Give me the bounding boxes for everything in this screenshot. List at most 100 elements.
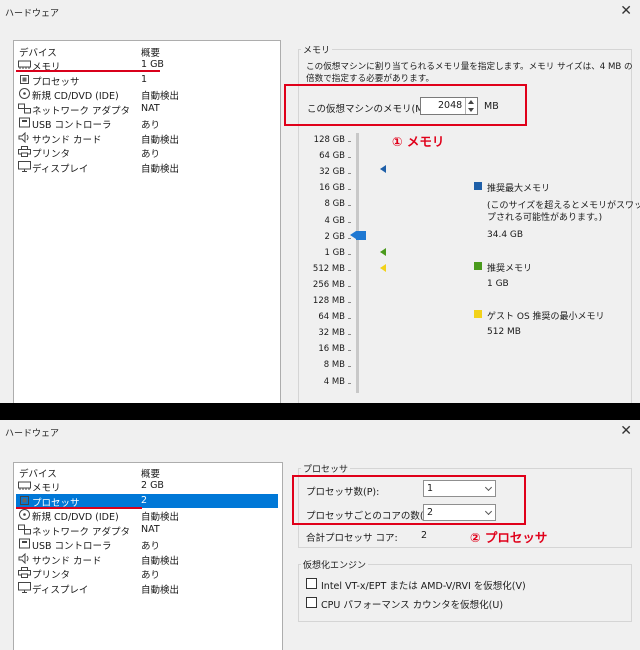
memory-scale-label: 4 GB [324, 215, 345, 226]
device-row[interactable]: USB コントローラ あり [16, 537, 278, 552]
memory-icon [18, 59, 31, 70]
memory-scale-tick [348, 269, 351, 271]
memory-scale-label: 8 GB [324, 199, 345, 210]
memory-scale-tick [348, 366, 351, 368]
memory-scale-label: 64 MB [318, 312, 345, 323]
chevron-down-icon [484, 483, 493, 492]
printer-icon [18, 567, 31, 578]
window-title: ハードウェア [5, 429, 60, 439]
device-column-header[interactable]: デバイス [19, 45, 57, 59]
close-icon[interactable]: ✕ [620, 3, 632, 19]
device-row[interactable]: ネットワーク アダプタ NAT [16, 523, 278, 538]
device-name: USB コントローラ [32, 541, 112, 552]
memory-slider-thumb[interactable] [350, 231, 366, 240]
recommended-memory-legend-swatch [474, 262, 482, 270]
device-column-header[interactable]: デバイス [19, 466, 57, 480]
virtualization-group [298, 564, 632, 622]
spinner-buttons[interactable] [465, 98, 477, 114]
memory-scale-tick [348, 318, 351, 320]
device-row[interactable]: ディスプレイ 自動検出 [16, 581, 278, 596]
device-row[interactable]: 新規 CD/DVD (IDE) 自動検出 [16, 87, 278, 102]
device-name: 新規 CD/DVD (IDE) [32, 512, 119, 523]
memory-description-line2: 倍数で指定する必要があります。 [306, 74, 435, 84]
close-icon[interactable]: ✕ [620, 423, 632, 439]
memory-description-line1: この仮想マシンに割り当てられるメモリ量を指定します。メモリ サイズは、4 MB … [306, 62, 633, 72]
min-memory-legend-title: ゲスト OS 推奨の最小メモリ [487, 312, 605, 322]
virtualize-vtx-checkbox[interactable] [306, 578, 317, 589]
window-title: ハードウェア [5, 9, 60, 19]
memory-scale-tick [348, 157, 351, 159]
device-row[interactable]: プロセッサ 1 [16, 73, 278, 88]
device-summary: あり [141, 149, 161, 160]
device-row[interactable]: 新規 CD/DVD (IDE) 自動検出 [16, 508, 278, 523]
memory-scale-tick [348, 253, 351, 255]
summary-column-header[interactable]: 概要 [141, 466, 160, 480]
memory-underline [16, 70, 160, 72]
virtualize-perf-counter-label[interactable]: CPU パフォーマンス カウンタを仮想化(U) [321, 597, 503, 611]
device-summary: 2 [141, 494, 148, 506]
cores-per-processor-select[interactable]: 2 [423, 504, 496, 521]
memory-scale-label: 128 GB [313, 135, 345, 145]
processor-count-select[interactable]: 1 [423, 480, 496, 497]
display-icon [18, 160, 31, 172]
memory-size-spinner[interactable]: 2048 [420, 97, 478, 115]
memory-scale-tick [348, 285, 351, 287]
memory-scale-label: 32 MB [318, 328, 345, 339]
memory-scale-label: 16 GB [319, 183, 345, 194]
device-list-header: デバイス 概要 [16, 465, 278, 480]
min-memory-value: 512 MB [487, 327, 521, 337]
total-cores-label: 合計プロセッサ コア: [306, 533, 398, 544]
memory-scale-tick [348, 141, 351, 142]
device-row[interactable]: USB コントローラ あり [16, 116, 278, 131]
device-name: プロセッサ [32, 76, 80, 88]
device-row[interactable]: サウンド カード 自動検出 [16, 131, 278, 146]
memory-slider-track[interactable] [356, 133, 359, 393]
max-memory-note-line2: プされる可能性があります。) [487, 213, 603, 223]
spin-up-icon[interactable] [468, 100, 474, 104]
device-list-header: デバイス 概要 [16, 44, 278, 59]
device-row[interactable]: プリンタ あり [16, 145, 278, 160]
memory-group-label: メモリ [301, 43, 333, 56]
recommended-memory-legend-title: 推奨メモリ [487, 264, 533, 274]
device-summary: 自動検出 [141, 134, 180, 146]
max-memory-legend-swatch [474, 182, 482, 190]
memory-icon [18, 480, 31, 491]
device-row[interactable]: メモリ 2 GB [16, 479, 278, 494]
device-summary: 自動検出 [141, 163, 180, 175]
recommended-memory-value: 1 GB [487, 279, 509, 289]
device-row[interactable]: プリンタ あり [16, 566, 278, 581]
memory-annotation: ① メモリ [392, 134, 445, 149]
memory-scale-label: 8 MB [323, 360, 345, 371]
device-summary: あり [141, 570, 161, 581]
device-name: サウンド カード [32, 134, 102, 146]
memory-unit: MB [484, 101, 499, 112]
virtualize-perf-counter-checkbox[interactable] [306, 597, 317, 608]
printer-icon [18, 146, 31, 157]
device-row[interactable]: プロセッサ 2 [16, 493, 278, 509]
device-row[interactable]: ディスプレイ 自動検出 [16, 160, 278, 175]
max-memory-value: 34.4 GB [487, 230, 524, 240]
title-bar: ハードウェア ✕ [0, 0, 640, 24]
device-summary: NAT [141, 102, 160, 114]
device-name: ネットワーク アダプタ [32, 105, 131, 117]
summary-column-header[interactable]: 概要 [141, 45, 160, 59]
memory-scale-tick [348, 173, 351, 175]
device-row[interactable]: ネットワーク アダプタ NAT [16, 102, 278, 117]
memory-scale-label: 512 MB [312, 263, 345, 274]
spin-down-icon[interactable] [468, 108, 474, 112]
virtualize-vtx-label[interactable]: Intel VT-x/EPT または AMD-V/RVI を仮想化(V) [321, 578, 526, 592]
network-icon [18, 103, 31, 114]
memory-size-value[interactable]: 2048 [438, 100, 462, 111]
device-summary: 自動検出 [141, 555, 180, 567]
recommended-memory-marker [380, 248, 386, 256]
memory-settings-window: ハードウェア ✕ デバイス 概要 メモリ 1 GB プロセッサ 1 新規 CD/DVD … [0, 0, 640, 403]
cd-dvd-icon [18, 88, 31, 99]
max-memory-legend-title: 推奨最大メモリ [487, 184, 551, 194]
device-summary: あり [141, 120, 161, 131]
device-list: デバイス 概要 メモリ 2 GB プロセッサ 2 新規 CD/DVD (IDE) 自動検出… [13, 462, 283, 650]
memory-scale-label: 64 GB [319, 151, 345, 162]
cores-per-processor-label: プロセッサごとのコアの数(C): [306, 511, 438, 522]
device-row[interactable]: サウンド カード 自動検出 [16, 552, 278, 567]
processor-settings-window: ハードウェア ✕ デバイス 概要 メモリ 2 GB プロセッサ 2 新規 CD/DVD … [0, 420, 640, 650]
memory-scale-label: 32 GB [319, 167, 345, 178]
